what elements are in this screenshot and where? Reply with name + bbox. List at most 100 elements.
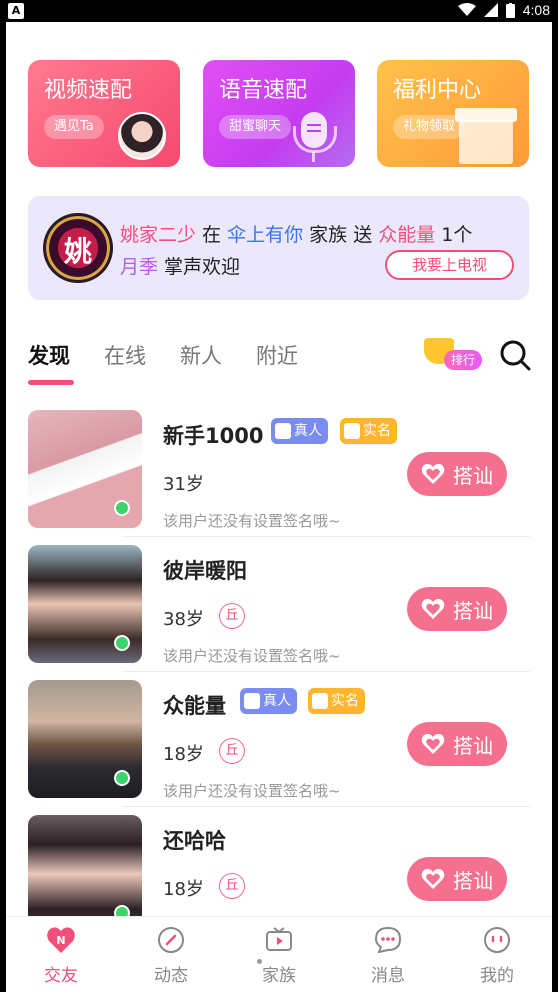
welfare-center-card[interactable]: 福利中心 礼物领取 bbox=[377, 60, 529, 167]
chat-up-button[interactable]: 搭讪 bbox=[407, 587, 507, 631]
user-name: 还哈哈 bbox=[163, 829, 226, 853]
nav-profile[interactable]: 我的 bbox=[442, 917, 552, 992]
banner-text: 掌声欢迎 bbox=[158, 256, 241, 278]
gift-count: 1个 bbox=[435, 224, 473, 246]
heart-icon bbox=[421, 463, 445, 484]
heart-icon bbox=[421, 733, 445, 754]
card-title: 视频速配 bbox=[44, 78, 133, 103]
card-subtitle: 甜蜜聊天 bbox=[219, 115, 292, 139]
user-age: 18岁 bbox=[163, 744, 204, 765]
row-divider bbox=[122, 806, 530, 807]
user-name: 新手1000 bbox=[163, 424, 264, 448]
nav-label: 交友 bbox=[44, 966, 78, 986]
gift-name: 月季 bbox=[120, 256, 159, 278]
user-signature: 该用户还没有设置签名哦~ bbox=[163, 782, 341, 800]
list-item[interactable]: 新手1000 真人 实名 31岁 该用户还没有设置签名哦~ 搭讪 bbox=[6, 404, 552, 539]
tab-online[interactable]: 在线 bbox=[104, 340, 146, 370]
smiley-icon bbox=[484, 927, 510, 953]
user-age: 18岁 bbox=[163, 879, 204, 900]
app-notification-icon: A bbox=[8, 3, 24, 19]
tab-discover[interactable]: 发现 bbox=[28, 340, 70, 370]
verified-badge: 实名 bbox=[340, 418, 397, 444]
crown-icon bbox=[312, 693, 328, 709]
heart-icon bbox=[421, 868, 445, 889]
person-icon bbox=[275, 423, 291, 439]
user-name: 众能量 bbox=[163, 694, 226, 718]
video-match-card[interactable]: 视频速配 遇见Ta bbox=[28, 60, 180, 167]
crown-icon bbox=[344, 423, 360, 439]
chat-up-label: 搭讪 bbox=[453, 868, 493, 893]
zodiac-badge: 丘 bbox=[219, 738, 245, 764]
active-tab-indicator bbox=[28, 380, 74, 385]
voice-match-card[interactable]: 语音速配 甜蜜聊天 bbox=[203, 60, 355, 167]
chat-up-button[interactable]: 搭讪 bbox=[407, 857, 507, 901]
unread-dot bbox=[257, 959, 262, 964]
user-age: 38岁 bbox=[163, 609, 204, 630]
list-item[interactable]: 众能量 真人 实名 18岁 丘 该用户还没有设置签名哦~ 搭讪 bbox=[6, 674, 552, 809]
family-logo-char: 姚 bbox=[63, 235, 92, 268]
zodiac-badge: 丘 bbox=[219, 603, 245, 629]
message-bubble-icon bbox=[374, 926, 402, 954]
family-gift-banner[interactable]: 姚 姚家二少 在 伞上有你 家族 送 众能量 1个 月季 掌声欢迎 我要上电视 bbox=[28, 196, 529, 300]
microphone-stand-icon bbox=[312, 152, 315, 162]
receiver-name: 众能量 bbox=[378, 224, 436, 246]
battery-icon bbox=[505, 2, 515, 18]
zodiac-badge: 丘 bbox=[219, 873, 245, 899]
family-logo: 姚 bbox=[43, 213, 113, 283]
tab-new[interactable]: 新人 bbox=[180, 340, 222, 370]
list-item[interactable]: 彼岸暖阳 38岁 丘 该用户还没有设置签名哦~ 搭讪 bbox=[6, 539, 552, 674]
nav-friends[interactable]: N 交友 bbox=[6, 917, 116, 992]
person-icon bbox=[244, 693, 260, 709]
real-person-badge: 真人 bbox=[271, 418, 328, 444]
badge-label: 真人 bbox=[294, 423, 322, 439]
banner-text: 家族 送 bbox=[303, 224, 379, 246]
wifi-icon bbox=[457, 3, 476, 16]
tv-icon bbox=[266, 927, 292, 951]
tab-nearby[interactable]: 附近 bbox=[256, 340, 298, 370]
compass-icon bbox=[158, 927, 184, 953]
nav-messages[interactable]: 消息 bbox=[333, 917, 443, 992]
search-icon[interactable] bbox=[498, 338, 532, 372]
badge-label: 实名 bbox=[331, 693, 359, 709]
avatar bbox=[118, 112, 166, 160]
online-status-dot bbox=[114, 770, 130, 786]
row-divider bbox=[122, 536, 530, 537]
ranking-badge: 排行 bbox=[444, 350, 483, 370]
banner-text: 在 bbox=[196, 224, 228, 246]
svg-text:N: N bbox=[56, 934, 65, 947]
user-name: 彼岸暖阳 bbox=[163, 559, 247, 583]
ranking-button[interactable]: 排行 bbox=[422, 336, 484, 372]
banner-message-line2: 月季 掌声欢迎 bbox=[120, 252, 240, 279]
nav-family[interactable]: 家族 bbox=[224, 917, 334, 992]
chat-up-button[interactable]: 搭讪 bbox=[407, 452, 507, 496]
gift-box-icon bbox=[455, 108, 517, 164]
family-name: 伞上有你 bbox=[227, 224, 304, 246]
nav-label: 消息 bbox=[371, 966, 405, 986]
card-title: 语音速配 bbox=[219, 78, 308, 103]
chat-up-label: 搭讪 bbox=[453, 463, 493, 488]
verified-badge: 实名 bbox=[308, 688, 365, 714]
user-signature: 该用户还没有设置签名哦~ bbox=[163, 512, 341, 530]
status-bar: A 4:08 bbox=[0, 0, 558, 22]
signal-icon bbox=[483, 3, 498, 17]
banner-message-line1: 姚家二少 在 伞上有你 家族 送 众能量 1个 bbox=[120, 220, 472, 247]
nav-label: 动态 bbox=[154, 966, 188, 986]
status-time: 4:08 bbox=[522, 2, 550, 18]
online-status-dot bbox=[114, 500, 130, 516]
heart-n-icon: N bbox=[47, 927, 75, 953]
card-subtitle: 遇见Ta bbox=[44, 115, 104, 139]
chat-up-button[interactable]: 搭讪 bbox=[407, 722, 507, 766]
app-screen: 视频速配 遇见Ta 语音速配 甜蜜聊天 福利中心 礼物领取 姚 姚家二少 在 伞… bbox=[6, 22, 552, 992]
go-on-tv-button[interactable]: 我要上电视 bbox=[385, 250, 514, 280]
row-divider bbox=[122, 671, 530, 672]
nav-moments[interactable]: 动态 bbox=[116, 917, 226, 992]
online-status-dot bbox=[114, 635, 130, 651]
real-person-badge: 真人 bbox=[240, 688, 297, 714]
heart-icon bbox=[421, 598, 445, 619]
nav-label: 家族 bbox=[262, 966, 296, 986]
chat-up-label: 搭讪 bbox=[453, 598, 493, 623]
sender-name: 姚家二少 bbox=[120, 224, 197, 246]
badge-label: 实名 bbox=[363, 423, 391, 439]
user-age: 31岁 bbox=[163, 474, 204, 495]
nav-label: 我的 bbox=[480, 966, 514, 986]
